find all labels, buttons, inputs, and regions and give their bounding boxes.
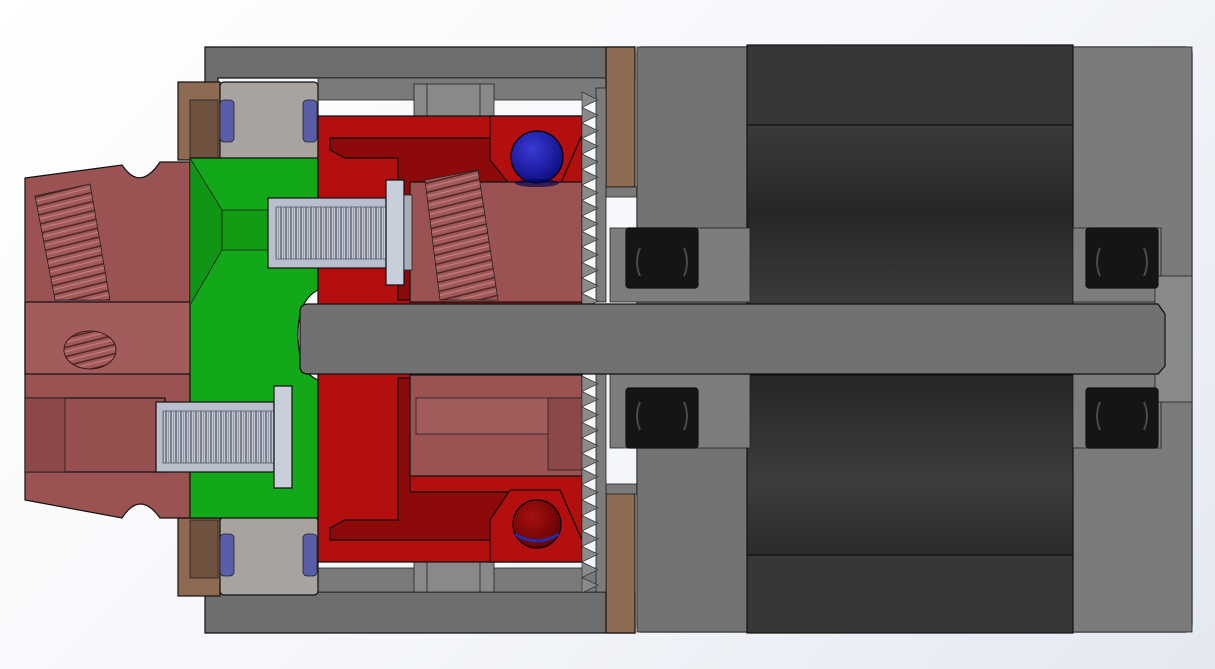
motor-core-mid-upper [746,124,1074,306]
o-ring-bottom-right [302,533,318,577]
spacer-left-top-inner [189,99,219,159]
motor-core-bottom [746,554,1074,634]
spacer-left-bottom-inner [189,519,219,579]
motor-core-mid-lower [746,374,1074,556]
bearing-front-top [625,227,699,289]
serration-backplate-bottom [595,373,607,593]
assembly-section-drawing [24,44,1193,634]
bearing-rear-top [1085,227,1159,289]
chuck-lower-bore-step [24,397,66,473]
o-ring-top-right [302,99,318,143]
spacer-right-top [605,46,636,188]
ring-gear-top [413,83,495,117]
detent-ball-top [510,130,564,184]
spacer-right-bottom [605,491,636,634]
o-ring-bottom-left [219,533,235,577]
adapter-inner-bore [221,209,273,251]
chuck-set-screw [63,330,117,370]
o-ring-top-left [219,99,235,143]
drive-shaft [299,303,1166,375]
cad-viewport[interactable] [0,0,1215,669]
bearing-front-bottom [625,387,699,449]
motor-core-top [746,44,1074,126]
bearing-rear-bottom [1085,387,1159,449]
